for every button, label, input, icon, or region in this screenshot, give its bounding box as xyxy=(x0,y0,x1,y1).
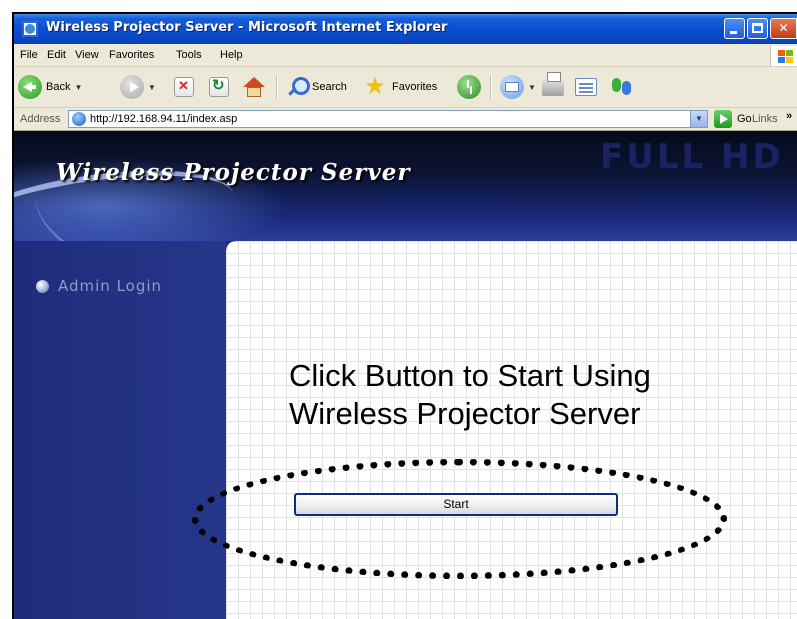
go-arrow-icon xyxy=(714,110,732,128)
print-button[interactable] xyxy=(542,72,564,101)
minimize-button[interactable] xyxy=(724,18,745,39)
print-icon xyxy=(542,72,564,96)
sidebar-item-admin-login[interactable]: Admin Login xyxy=(36,277,162,295)
web-page: FULL HD 10 Wireless Projector Server Adm… xyxy=(14,131,797,619)
close-button[interactable]: ✕ xyxy=(770,18,797,39)
favorites-star-icon: ★ xyxy=(364,73,386,100)
go-button[interactable]: Go xyxy=(714,110,752,128)
mail-icon xyxy=(500,75,524,99)
mail-button[interactable]: ▼ xyxy=(500,73,536,101)
menu-help[interactable]: Help xyxy=(220,49,243,61)
messenger-button[interactable] xyxy=(610,73,634,101)
menu-view[interactable]: View xyxy=(75,49,99,61)
menu-tools[interactable]: Tools xyxy=(176,49,202,61)
search-icon xyxy=(286,76,310,98)
title-bar[interactable]: Wireless Projector Server - Microsoft In… xyxy=(14,14,797,44)
refresh-button[interactable] xyxy=(209,73,229,101)
address-label: Address xyxy=(20,113,61,125)
menu-bar: File Edit View Favorites Tools Help xyxy=(14,44,797,67)
standard-toolbar: Back ▼ ▼ Search ★ Favorites xyxy=(14,67,797,108)
menu-favorites[interactable]: Favorites xyxy=(109,49,154,61)
address-bar: Address http://192.168.94.11/index.asp ▼… xyxy=(14,108,797,131)
menu-edit[interactable]: Edit xyxy=(47,49,66,61)
favorites-button[interactable]: ★ Favorites xyxy=(362,73,437,101)
stop-icon xyxy=(174,77,194,97)
edit-button[interactable] xyxy=(575,73,597,101)
forward-arrow-icon xyxy=(120,75,144,99)
toolbar-separator xyxy=(490,75,491,99)
banner-title: Wireless Projector Server xyxy=(56,159,411,186)
ie-page-icon xyxy=(72,112,86,126)
back-label: Back xyxy=(46,81,71,93)
browser-window: Wireless Projector Server - Microsoft In… xyxy=(12,12,797,619)
edit-icon xyxy=(575,78,597,96)
bullet-icon xyxy=(36,279,49,293)
mail-dropdown-icon[interactable]: ▼ xyxy=(528,83,536,92)
page-headline: Click Button to Start Using Wireless Pro… xyxy=(289,357,651,433)
go-label: Go xyxy=(737,113,752,125)
refresh-icon xyxy=(209,76,229,97)
home-icon xyxy=(243,77,265,97)
start-button[interactable]: Start xyxy=(294,493,618,516)
back-button[interactable]: Back ▼ xyxy=(18,73,82,101)
stop-button[interactable] xyxy=(174,73,194,101)
address-url[interactable]: http://192.168.94.11/index.asp xyxy=(90,113,237,125)
main-panel: Click Button to Start Using Wireless Pro… xyxy=(226,241,797,619)
sidebar-item-label: Admin Login xyxy=(58,277,163,295)
headline-line-2: Wireless Projector Server xyxy=(289,396,641,431)
links-label[interactable]: Links xyxy=(752,113,778,125)
search-button[interactable]: Search xyxy=(286,73,347,101)
banner-watermark: FULL HD 10 xyxy=(600,137,797,177)
toolbar-separator xyxy=(276,75,277,99)
headline-line-1: Click Button to Start Using xyxy=(289,358,651,393)
forward-button[interactable]: ▼ xyxy=(120,73,156,101)
back-arrow-icon xyxy=(18,75,42,99)
minimize-icon xyxy=(730,31,737,34)
history-icon xyxy=(457,75,481,99)
home-button[interactable] xyxy=(243,73,265,101)
history-button[interactable] xyxy=(457,73,481,101)
forward-dropdown-icon[interactable]: ▼ xyxy=(148,83,156,92)
links-chevron-icon[interactable]: » xyxy=(786,110,792,122)
messenger-icon xyxy=(610,75,634,99)
address-input[interactable]: http://192.168.94.11/index.asp ▼ xyxy=(68,110,708,128)
close-icon: ✕ xyxy=(778,21,789,35)
maximize-button[interactable] xyxy=(747,18,768,39)
ie-page-icon xyxy=(22,21,38,37)
back-dropdown-icon[interactable]: ▼ xyxy=(74,83,82,92)
window-title: Wireless Projector Server - Microsoft In… xyxy=(46,20,448,35)
search-label: Search xyxy=(312,81,347,93)
address-dropdown-icon[interactable]: ▼ xyxy=(690,111,707,127)
sidebar: Admin Login xyxy=(14,241,226,619)
maximize-icon xyxy=(752,23,763,33)
page-banner: FULL HD 10 Wireless Projector Server xyxy=(14,131,797,297)
windows-logo-icon xyxy=(770,46,797,66)
favorites-label: Favorites xyxy=(392,81,438,93)
menu-file[interactable]: File xyxy=(20,49,38,61)
